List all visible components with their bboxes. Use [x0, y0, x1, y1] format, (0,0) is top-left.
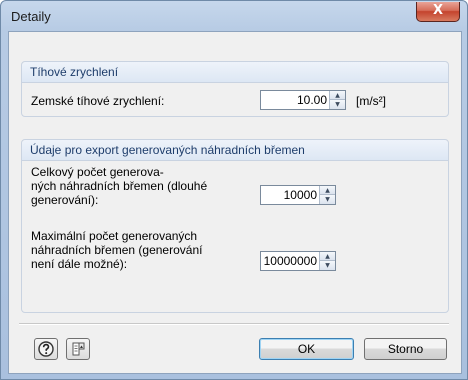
- max-loads-label-line: Maximální počet generovaných: [31, 229, 198, 243]
- total-loads-label-line: generování):: [31, 193, 99, 207]
- gravity-group-title: Tíhové zrychlení: [22, 62, 448, 83]
- total-loads-label-line: ných náhradních břemen (dlouhé: [31, 179, 208, 193]
- gravity-group: Tíhové zrychlení Zemské tíhové zrychlení…: [21, 61, 449, 117]
- help-icon: [38, 341, 54, 357]
- details-dialog: Detaily X Tíhové zrychlení Zemské tíhové…: [0, 0, 468, 380]
- max-loads-label-line: není dále možné):: [31, 257, 128, 271]
- dialog-title: Detaily: [11, 9, 51, 24]
- ok-button[interactable]: OK: [259, 338, 354, 360]
- close-icon: X: [432, 3, 444, 18]
- max-loads-label: Maximální počet generovaných náhradních …: [31, 229, 202, 271]
- title-bar[interactable]: Detaily X: [1, 1, 467, 31]
- gravity-unit: [m/s²]: [356, 94, 386, 108]
- cancel-button[interactable]: Storno: [364, 338, 447, 360]
- max-loads-input[interactable]: [261, 252, 320, 270]
- max-loads-spinner[interactable]: ▲ ▼: [260, 251, 336, 271]
- spin-down-icon[interactable]: ▼: [320, 195, 335, 204]
- footer-separator: [19, 323, 449, 325]
- export-group-title: Údaje pro export generovaných náhradních…: [22, 140, 448, 161]
- total-loads-input[interactable]: [261, 186, 320, 204]
- close-button[interactable]: X: [416, 2, 460, 22]
- spin-down-icon[interactable]: ▼: [330, 100, 345, 109]
- spin-up-icon[interactable]: ▲: [330, 91, 345, 100]
- total-loads-label: Celkový počet generova- ných náhradních …: [31, 165, 207, 207]
- total-loads-spinner-arrows[interactable]: ▲ ▼: [319, 186, 335, 204]
- gravity-spinner[interactable]: ▲ ▼: [260, 90, 346, 110]
- dialog-body: Tíhové zrychlení Zemské tíhové zrychlení…: [8, 31, 462, 374]
- table-details-icon: [72, 342, 85, 356]
- gravity-label: Zemské tíhové zrychlení:: [31, 94, 165, 108]
- gravity-input[interactable]: [261, 91, 330, 109]
- spin-up-icon[interactable]: ▲: [320, 252, 335, 261]
- max-loads-spinner-arrows[interactable]: ▲ ▼: [319, 252, 335, 270]
- export-group: Údaje pro export generovaných náhradních…: [21, 139, 449, 313]
- spin-down-icon[interactable]: ▼: [320, 261, 335, 270]
- max-loads-label-line: náhradních břemen (generování: [31, 243, 203, 257]
- help-button[interactable]: [34, 338, 58, 360]
- gravity-spinner-arrows[interactable]: ▲ ▼: [329, 91, 345, 109]
- details-button[interactable]: [66, 338, 90, 360]
- spin-up-icon[interactable]: ▲: [320, 186, 335, 195]
- total-loads-spinner[interactable]: ▲ ▼: [260, 185, 336, 205]
- total-loads-label-line: Celkový počet generova-: [31, 165, 164, 179]
